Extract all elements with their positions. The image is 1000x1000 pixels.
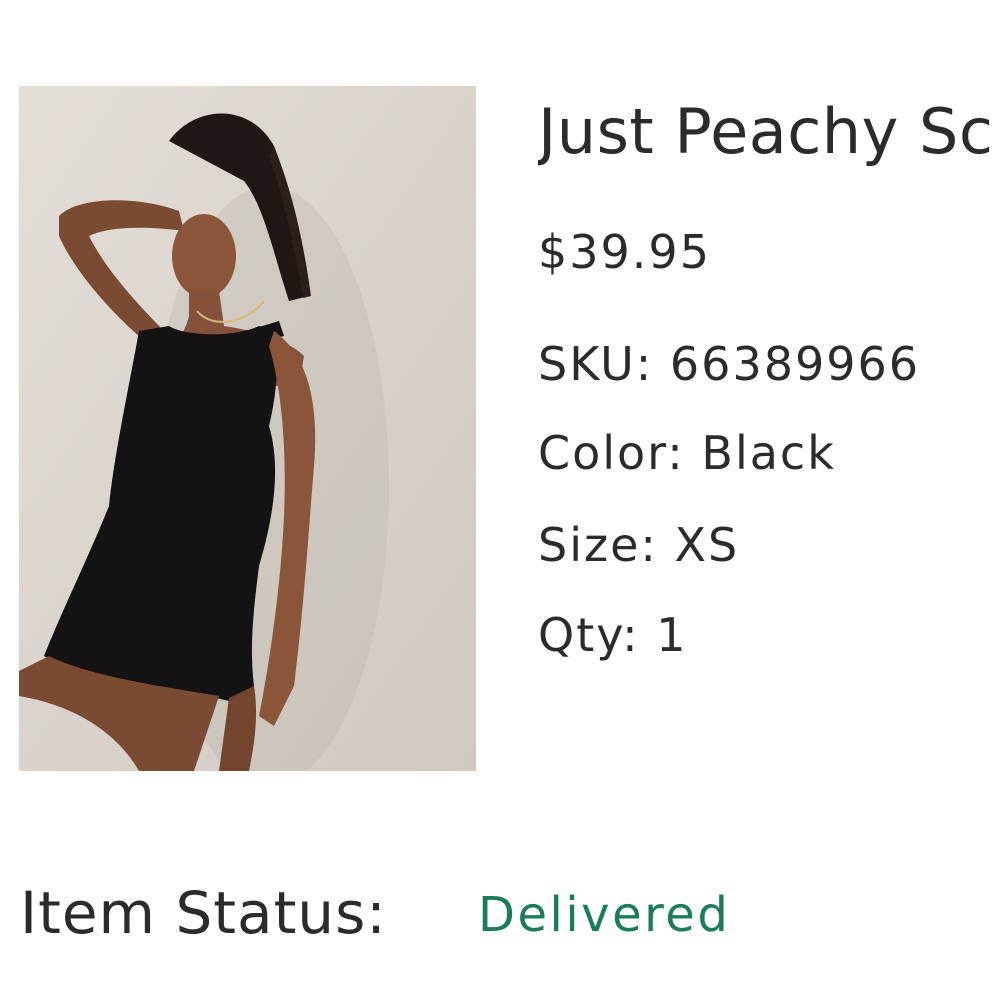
product-details: Just Peachy Sc $39.95 SKU: 66389966 Colo…	[538, 0, 1000, 700]
product-sku: SKU: 66389966	[538, 337, 921, 391]
product-photo-illustration	[19, 86, 476, 771]
item-status-value: Delivered	[478, 887, 731, 943]
product-title[interactable]: Just Peachy Sc	[538, 96, 993, 168]
item-status: Item Status: Delivered	[20, 879, 728, 947]
product-quantity: Qty: 1	[538, 608, 688, 662]
product-size: Size: XS	[538, 518, 740, 572]
product-image[interactable]	[19, 86, 476, 771]
order-item-page: Just Peachy Sc $39.95 SKU: 66389966 Colo…	[0, 0, 1000, 1000]
product-price: $39.95	[538, 225, 711, 279]
product-color: Color: Black	[538, 426, 836, 480]
item-status-label: Item Status:	[20, 879, 387, 947]
